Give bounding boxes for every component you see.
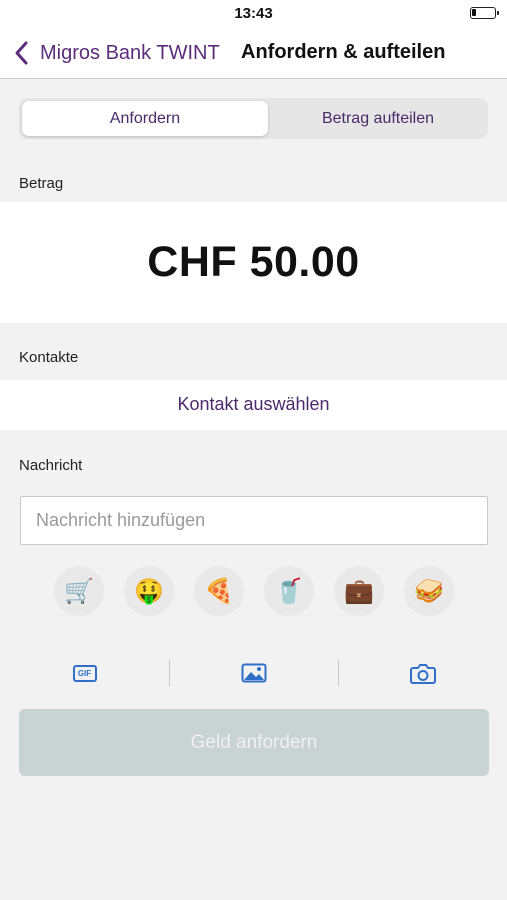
page-title: Anfordern & aufteilen: [241, 41, 446, 63]
tab-betrag-aufteilen[interactable]: Betrag aufteilen: [271, 101, 485, 136]
suitcase-icon[interactable]: 💼: [334, 566, 384, 616]
battery-icon: [470, 7, 499, 19]
amount-value: CHF 50.00: [147, 238, 360, 286]
emoji-row: 🛒 🤑 🍕 🥤 💼 🥪: [0, 566, 507, 616]
drink-cup-icon[interactable]: 🥤: [264, 566, 314, 616]
camera-button[interactable]: [338, 638, 507, 708]
status-bar: 13:43: [0, 0, 507, 28]
tab-anfordern[interactable]: Anfordern: [22, 101, 268, 136]
gif-icon: GIF: [72, 664, 97, 682]
navigation-bar: Migros Bank TWINT Anfordern & aufteilen: [0, 28, 507, 79]
back-label: Migros Bank TWINT: [40, 41, 220, 64]
segmented-control: Anfordern Betrag aufteilen: [19, 98, 488, 139]
amount-panel[interactable]: CHF 50.00: [0, 202, 507, 323]
chevron-left-icon: [15, 41, 28, 65]
back-button[interactable]: Migros Bank TWINT: [12, 38, 220, 68]
status-time: 13:43: [234, 5, 273, 22]
gif-button[interactable]: GIF: [0, 638, 169, 708]
money-mouth-face-icon[interactable]: 🤑: [124, 566, 174, 616]
message-input[interactable]: [20, 496, 488, 545]
battery-level: [472, 9, 476, 16]
contact-panel: Kontakt auswählen: [0, 380, 507, 430]
select-contact-button[interactable]: Kontakt auswählen: [0, 394, 507, 415]
pizza-icon[interactable]: 🍕: [194, 566, 244, 616]
shopping-cart-icon[interactable]: 🛒: [54, 566, 104, 616]
request-money-button[interactable]: Geld anfordern: [19, 709, 489, 776]
contacts-label: Kontakte: [19, 349, 79, 366]
camera-icon: [409, 663, 436, 684]
media-attach-bar: GIF: [0, 638, 507, 708]
image-button[interactable]: [169, 638, 338, 708]
image-icon: [241, 663, 266, 683]
sandwich-icon[interactable]: 🥪: [404, 566, 454, 616]
message-label: Nachricht: [19, 457, 83, 474]
amount-label: Betrag: [19, 175, 64, 192]
